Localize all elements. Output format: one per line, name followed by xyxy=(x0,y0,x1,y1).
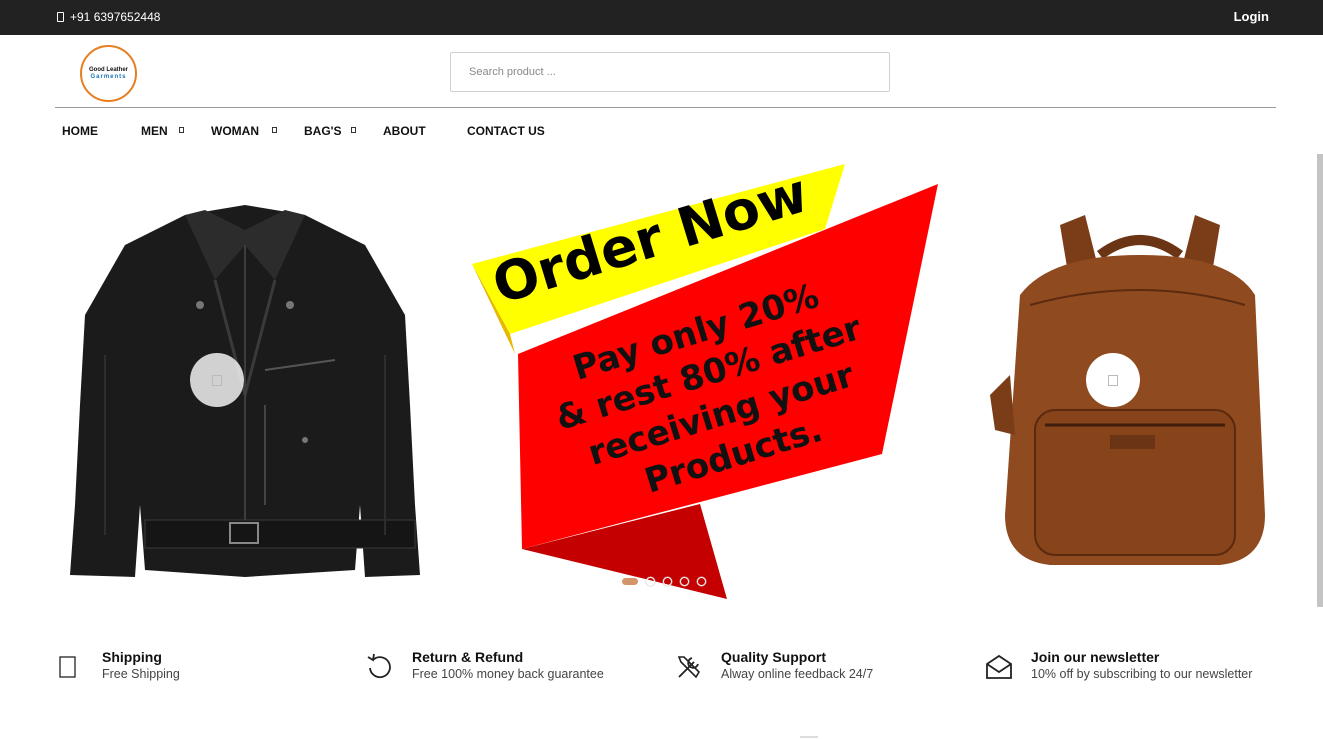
refresh-icon xyxy=(367,653,391,679)
feature-title: Quality Support xyxy=(721,649,826,665)
feature-title: Join our newsletter xyxy=(1031,649,1160,665)
slider-dot-3[interactable] xyxy=(663,577,672,586)
feature-title: Shipping xyxy=(102,649,162,665)
phone-contact[interactable]: +91 6397652448 xyxy=(57,10,160,24)
slider-dot-1[interactable] xyxy=(622,578,638,585)
slider-dot-4[interactable] xyxy=(680,577,689,586)
slider-next-button[interactable] xyxy=(1086,353,1140,407)
leather-jacket-image xyxy=(70,205,420,577)
slider-dot-2[interactable] xyxy=(646,577,655,586)
logo-text-line2: Garments xyxy=(90,73,127,80)
chevron-down-icon[interactable] xyxy=(272,127,277,133)
feature-desc: Free Shipping xyxy=(102,667,180,681)
nav-item-contact[interactable]: CONTACT US xyxy=(467,124,545,138)
section-divider-mark xyxy=(800,736,818,738)
nav-item-about[interactable]: ABOUT xyxy=(383,124,426,138)
header-divider xyxy=(55,107,1276,108)
search-box xyxy=(450,52,890,92)
logo-text-line1: Good Leather xyxy=(88,66,128,73)
nav-item-home[interactable]: HOME xyxy=(62,124,98,138)
envelope-open-icon xyxy=(986,654,1012,679)
hero-slider: Order Now Pay only 20% & rest 80% after … xyxy=(55,150,1276,605)
mobile-phone-icon xyxy=(57,12,64,22)
feature-title: Return & Refund xyxy=(412,649,524,665)
promo-banner: Order Now Pay only 20% & rest 80% after … xyxy=(472,164,938,599)
phone-number: +91 6397652448 xyxy=(70,10,161,24)
page-scrollbar[interactable] xyxy=(1317,154,1323,607)
feature-desc: Free 100% money back guarantee xyxy=(412,667,604,681)
features-row: Shipping Free Shipping Return & Refund F… xyxy=(55,648,1276,688)
chevron-down-icon[interactable] xyxy=(179,127,184,133)
arrow-left-icon xyxy=(212,374,222,386)
feature-desc: Alway online feedback 24/7 xyxy=(721,667,874,681)
nav-item-men[interactable]: MEN xyxy=(141,124,168,138)
top-bar: +91 6397652448 Login xyxy=(0,0,1323,35)
slider-dot-5[interactable] xyxy=(697,577,706,586)
nav-item-bags[interactable]: BAG'S xyxy=(304,124,342,138)
box-icon xyxy=(59,656,76,678)
tools-icon xyxy=(677,656,701,679)
chevron-down-icon[interactable] xyxy=(351,127,356,133)
search-input[interactable] xyxy=(451,53,889,91)
slider-prev-button[interactable] xyxy=(190,353,244,407)
arrow-right-icon xyxy=(1108,374,1118,386)
nav-item-woman[interactable]: WOMAN xyxy=(211,124,259,138)
site-logo[interactable]: Good Leather Garments xyxy=(80,45,137,102)
feature-desc: 10% off by subscribing to our newsletter xyxy=(1031,667,1253,681)
login-link[interactable]: Login xyxy=(1234,9,1269,24)
slider-dots xyxy=(622,577,706,586)
